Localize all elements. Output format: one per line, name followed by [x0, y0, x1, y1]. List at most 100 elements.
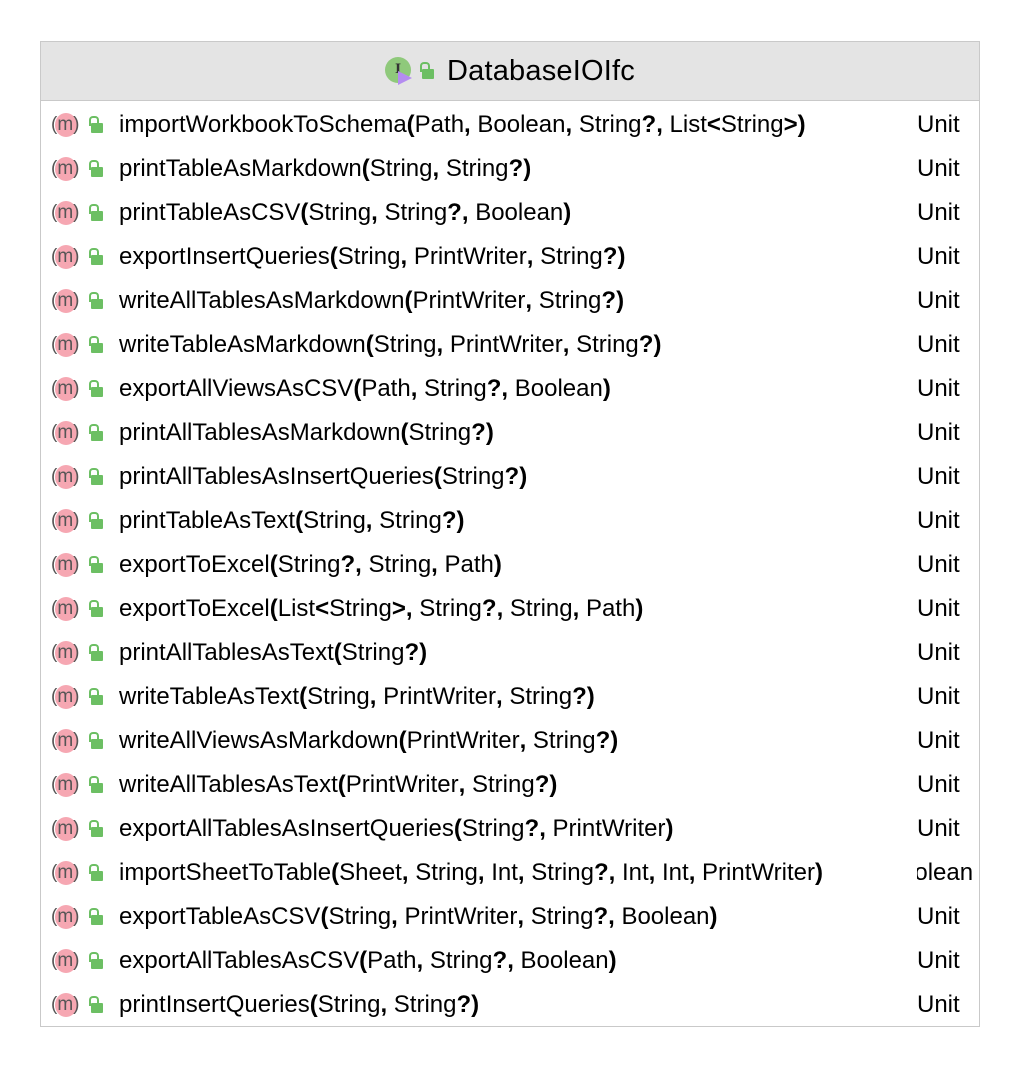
method-icon: (m): [51, 729, 80, 753]
public-visibility-icon: [88, 379, 104, 399]
method-signature: exportTableAsCSV(String, PrintWriter, St…: [119, 903, 718, 930]
method-param: PrintWriter: [702, 859, 815, 886]
method-signature: printTableAsText(String, String?): [119, 507, 465, 534]
method-param: String?: [530, 903, 609, 930]
method-param: Int: [491, 859, 518, 886]
method-row[interactable]: (m) exportToExcel(List<String>, String?, …: [41, 587, 979, 631]
method-icon: (m): [51, 993, 80, 1017]
method-signature: exportToExcel(List<String>, String?, Str…: [119, 595, 644, 622]
method-icon: (m): [51, 817, 80, 841]
method-param: PrintWriter: [552, 815, 666, 842]
method-icon: (m): [51, 113, 80, 137]
method-param: String?: [472, 771, 550, 798]
method-signature: writeAllTablesAsText(PrintWriter, String…: [119, 771, 558, 798]
method-return-type: Unit: [917, 411, 979, 455]
method-param: String?: [384, 199, 462, 226]
method-row[interactable]: (m) printAllTablesAsMarkdown(String?) Unit: [41, 411, 979, 455]
method-row[interactable]: (m) exportAllViewsAsCSV(Path, String?, Bo…: [41, 367, 979, 411]
method-name: exportToExcel: [119, 595, 270, 622]
method-param: String: [303, 507, 366, 534]
public-visibility-icon: [88, 511, 104, 531]
method-param: Path: [414, 111, 465, 138]
method-name: importWorkbookToSchema: [119, 111, 407, 138]
public-visibility-icon: [88, 335, 104, 355]
class-header[interactable]: I DatabaseIOIfc: [41, 42, 979, 101]
method-row[interactable]: (m) printTableAsCSV(String, String?, Bool…: [41, 191, 979, 235]
method-row[interactable]: (m) writeAllTablesAsMarkdown(PrintWriter,…: [41, 279, 979, 323]
method-param: String?: [379, 507, 457, 534]
method-icon: (m): [51, 685, 80, 709]
method-list: (m) importWorkbookToSchema(Path, Boolean,…: [41, 101, 979, 1026]
method-param: String: [509, 595, 573, 622]
class-diagram-node[interactable]: I DatabaseIOIfc (m) importWorkbookToSchem…: [40, 41, 980, 1027]
method-icon: (m): [51, 597, 80, 621]
method-row[interactable]: (m) printTableAsText(String, String?) Unit: [41, 499, 979, 543]
method-param: String?: [531, 859, 609, 886]
interface-icon: I: [385, 57, 413, 85]
method-param: PrintWriter: [345, 771, 459, 798]
method-param: String?: [461, 815, 540, 842]
method-param: String?: [341, 639, 420, 666]
method-name: printTableAsCSV: [119, 199, 301, 226]
method-param: String?: [445, 155, 524, 182]
public-visibility-icon: [88, 951, 104, 971]
method-row[interactable]: (m) writeAllTablesAsText(PrintWriter, Str…: [41, 763, 979, 807]
method-row[interactable]: (m) writeTableAsMarkdown(String, PrintWri…: [41, 323, 979, 367]
method-row[interactable]: (m) exportAllTablesAsCSV(Path, String?, B…: [41, 939, 979, 983]
method-return-type: Unit: [917, 675, 979, 719]
method-signature: exportToExcel(String?, String, Path): [119, 551, 502, 578]
method-row[interactable]: (m) printInsertQueries(String, String?) Un…: [41, 983, 979, 1026]
method-param: String: [369, 155, 433, 182]
method-param: String?: [408, 419, 486, 446]
public-visibility-icon: [88, 599, 104, 619]
method-param: String: [328, 903, 392, 930]
method-signature: writeAllTablesAsMarkdown(PrintWriter, St…: [119, 287, 625, 314]
method-row[interactable]: (m) importWorkbookToSchema(Path, Boolean,…: [41, 103, 979, 147]
method-signature: importWorkbookToSchema(Path, Boolean, St…: [119, 111, 806, 138]
method-signature: printAllTablesAsMarkdown(String?): [119, 419, 494, 446]
public-visibility-icon: [88, 555, 104, 575]
method-param: Sheet: [339, 859, 402, 886]
method-row[interactable]: (m) exportTableAsCSV(String, PrintWriter,…: [41, 895, 979, 939]
method-param: PrintWriter: [406, 727, 520, 754]
method-param: String?: [540, 243, 618, 270]
method-param: PrintWriter: [413, 243, 527, 270]
method-return-type: Unit: [917, 939, 979, 983]
method-return-type: Unit: [917, 587, 979, 631]
method-param: String?: [509, 683, 587, 710]
method-name: writeAllTablesAsText: [119, 771, 338, 798]
method-param: String: [307, 683, 370, 710]
method-param: String: [368, 551, 432, 578]
method-row[interactable]: (m) printAllTablesAsText(String?) Unit: [41, 631, 979, 675]
method-param: Path: [367, 947, 417, 974]
method-param: String: [373, 331, 437, 358]
method-row[interactable]: (m) writeAllViewsAsMarkdown(PrintWriter, …: [41, 719, 979, 763]
method-row[interactable]: (m) exportInsertQueries(String, PrintWrit…: [41, 235, 979, 279]
public-visibility-icon: [88, 687, 104, 707]
method-row[interactable]: (m) exportAllTablesAsInsertQueries(String…: [41, 807, 979, 851]
method-row[interactable]: (m) exportToExcel(String?, String, Path) U…: [41, 543, 979, 587]
method-name: printAllTablesAsText: [119, 639, 334, 666]
method-return-type: Unit: [917, 499, 979, 543]
method-return-type: Unit: [917, 543, 979, 587]
method-param: Int: [621, 859, 649, 886]
method-row[interactable]: (m) printTableAsMarkdown(String, String?)…: [41, 147, 979, 191]
method-icon: (m): [51, 245, 80, 269]
method-row[interactable]: (m) importSheetToTable(Sheet, String, Int…: [41, 851, 979, 895]
method-param: String?: [441, 463, 520, 490]
method-row[interactable]: (m) printAllTablesAsInsertQueries(String?…: [41, 455, 979, 499]
public-visibility-icon: [88, 643, 104, 663]
method-param: PrintWriter: [404, 903, 518, 930]
method-param: Boolean: [520, 947, 609, 974]
method-return-type: Unit: [917, 719, 979, 763]
method-icon: (m): [51, 905, 80, 929]
method-param: String?: [393, 991, 472, 1018]
method-param: String: [415, 859, 478, 886]
method-name: exportAllTablesAsInsertQueries: [119, 815, 454, 842]
public-visibility-icon: [88, 819, 104, 839]
method-signature: exportAllViewsAsCSV(Path, String?, Boole…: [119, 375, 611, 402]
method-param: Boolean: [621, 903, 710, 930]
method-name: printAllTablesAsMarkdown: [119, 419, 401, 446]
public-visibility-icon: [88, 159, 104, 179]
method-row[interactable]: (m) writeTableAsText(String, PrintWriter,…: [41, 675, 979, 719]
